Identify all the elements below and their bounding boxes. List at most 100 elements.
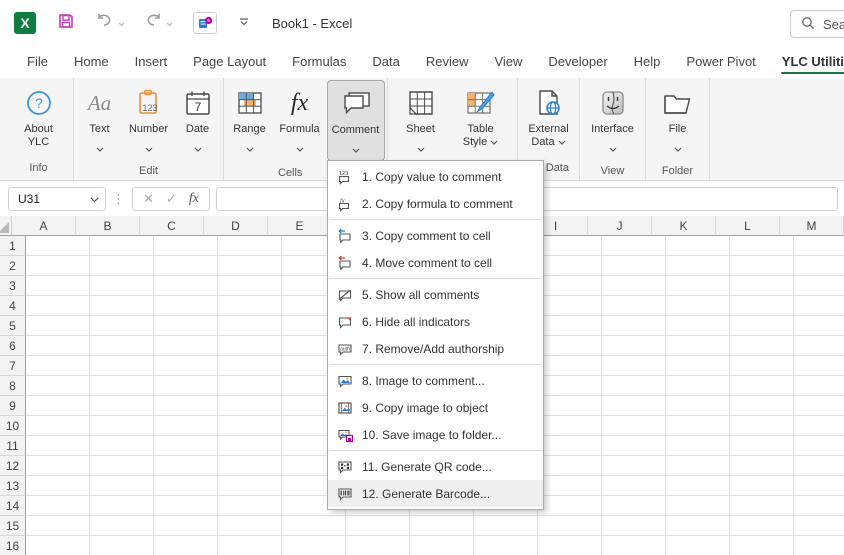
cell-E15[interactable] (282, 516, 346, 536)
cell-J6[interactable] (602, 336, 666, 356)
cell-I9[interactable] (538, 396, 602, 416)
row-header-2[interactable]: 2 (0, 256, 26, 276)
table-style-button[interactable]: Table Style (450, 80, 512, 159)
menu-item-copy-formula-to-comment[interactable]: fx 2. Copy formula to comment (328, 190, 543, 217)
cell-I3[interactable] (538, 276, 602, 296)
cell-K3[interactable] (666, 276, 730, 296)
file-button[interactable]: File (650, 80, 706, 159)
cell-C7[interactable] (154, 356, 218, 376)
cell-D9[interactable] (218, 396, 282, 416)
select-all-button[interactable] (0, 216, 12, 236)
cell-L11[interactable] (730, 436, 794, 456)
cell-B16[interactable] (90, 536, 154, 555)
customize-qat-button[interactable] (232, 8, 256, 38)
cell-L12[interactable] (730, 456, 794, 476)
cell-K4[interactable] (666, 296, 730, 316)
cell-H16[interactable] (474, 536, 538, 555)
cell-M7[interactable] (794, 356, 844, 376)
cell-G16[interactable] (410, 536, 474, 555)
cell-D11[interactable] (218, 436, 282, 456)
date-button[interactable]: 7 Date (176, 80, 220, 159)
row-header-16[interactable]: 16 (0, 536, 26, 555)
name-box[interactable]: U31 (8, 187, 106, 211)
cell-M4[interactable] (794, 296, 844, 316)
redo-button[interactable] (136, 8, 180, 38)
cell-M13[interactable] (794, 476, 844, 496)
cell-L1[interactable] (730, 236, 794, 256)
cell-M15[interactable] (794, 516, 844, 536)
cell-A9[interactable] (26, 396, 90, 416)
cell-J8[interactable] (602, 376, 666, 396)
row-header-15[interactable]: 15 (0, 516, 26, 536)
cell-J15[interactable] (602, 516, 666, 536)
cell-B3[interactable] (90, 276, 154, 296)
cell-I13[interactable] (538, 476, 602, 496)
number-button[interactable]: 123 Number (124, 80, 174, 159)
row-header-8[interactable]: 8 (0, 376, 26, 396)
cell-B8[interactable] (90, 376, 154, 396)
cell-C15[interactable] (154, 516, 218, 536)
cell-B4[interactable] (90, 296, 154, 316)
cell-A4[interactable] (26, 296, 90, 316)
cell-A14[interactable] (26, 496, 90, 516)
undo-button[interactable] (88, 8, 132, 38)
cell-M1[interactable] (794, 236, 844, 256)
menu-item-move-comment-to-cell[interactable]: 4. Move comment to cell (328, 249, 543, 276)
cell-B11[interactable] (90, 436, 154, 456)
cell-J5[interactable] (602, 316, 666, 336)
cell-K15[interactable] (666, 516, 730, 536)
cell-I11[interactable] (538, 436, 602, 456)
cell-L9[interactable] (730, 396, 794, 416)
tab-file[interactable]: File (14, 48, 61, 78)
tab-home[interactable]: Home (61, 48, 122, 78)
cell-A5[interactable] (26, 316, 90, 336)
row-header-7[interactable]: 7 (0, 356, 26, 376)
cell-A11[interactable] (26, 436, 90, 456)
cell-L2[interactable] (730, 256, 794, 276)
cell-D2[interactable] (218, 256, 282, 276)
row-header-11[interactable]: 11 (0, 436, 26, 456)
row-header-5[interactable]: 5 (0, 316, 26, 336)
cell-D15[interactable] (218, 516, 282, 536)
cell-A6[interactable] (26, 336, 90, 356)
cell-D12[interactable] (218, 456, 282, 476)
enter-icon[interactable]: ✓ (166, 191, 177, 207)
tab-data[interactable]: Data (359, 48, 412, 78)
cell-J14[interactable] (602, 496, 666, 516)
about-ylc-button[interactable]: ? About YLC (19, 80, 58, 156)
cell-D5[interactable] (218, 316, 282, 336)
cell-M16[interactable] (794, 536, 844, 555)
cell-C11[interactable] (154, 436, 218, 456)
cell-I15[interactable] (538, 516, 602, 536)
cell-L13[interactable] (730, 476, 794, 496)
cell-L8[interactable] (730, 376, 794, 396)
row-header-4[interactable]: 4 (0, 296, 26, 316)
column-header-A[interactable]: A (12, 216, 76, 236)
column-header-J[interactable]: J (588, 216, 652, 236)
search-input[interactable]: Sea (790, 10, 844, 38)
cell-L10[interactable] (730, 416, 794, 436)
cell-F16[interactable] (346, 536, 410, 555)
cell-I2[interactable] (538, 256, 602, 276)
cell-D7[interactable] (218, 356, 282, 376)
cell-D10[interactable] (218, 416, 282, 436)
cell-C14[interactable] (154, 496, 218, 516)
column-header-B[interactable]: B (76, 216, 140, 236)
cell-D16[interactable] (218, 536, 282, 555)
cell-K10[interactable] (666, 416, 730, 436)
cell-K12[interactable] (666, 456, 730, 476)
cell-D4[interactable] (218, 296, 282, 316)
cell-K7[interactable] (666, 356, 730, 376)
column-header-C[interactable]: C (140, 216, 204, 236)
tab-formulas[interactable]: Formulas (279, 48, 359, 78)
cell-B14[interactable] (90, 496, 154, 516)
cell-B5[interactable] (90, 316, 154, 336)
cell-H15[interactable] (474, 516, 538, 536)
cell-I8[interactable] (538, 376, 602, 396)
cell-I4[interactable] (538, 296, 602, 316)
cell-A8[interactable] (26, 376, 90, 396)
cell-K14[interactable] (666, 496, 730, 516)
cell-D13[interactable] (218, 476, 282, 496)
cell-M8[interactable] (794, 376, 844, 396)
cell-M11[interactable] (794, 436, 844, 456)
